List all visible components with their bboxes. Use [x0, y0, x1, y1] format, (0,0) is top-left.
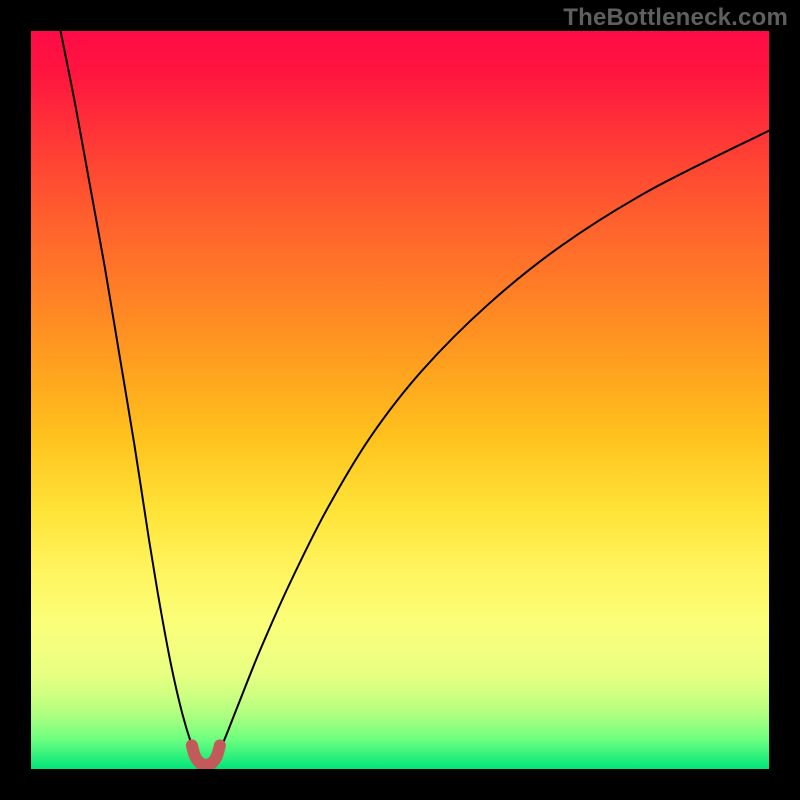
- marker-trough: [192, 745, 220, 764]
- watermark-text: TheBottleneck.com: [563, 4, 788, 32]
- chart-frame: TheBottleneck.com: [0, 0, 800, 800]
- curve-right-branch: [214, 131, 769, 759]
- plot-area: [31, 31, 769, 769]
- curve-layer: [31, 31, 769, 769]
- curve-left-branch: [61, 31, 198, 759]
